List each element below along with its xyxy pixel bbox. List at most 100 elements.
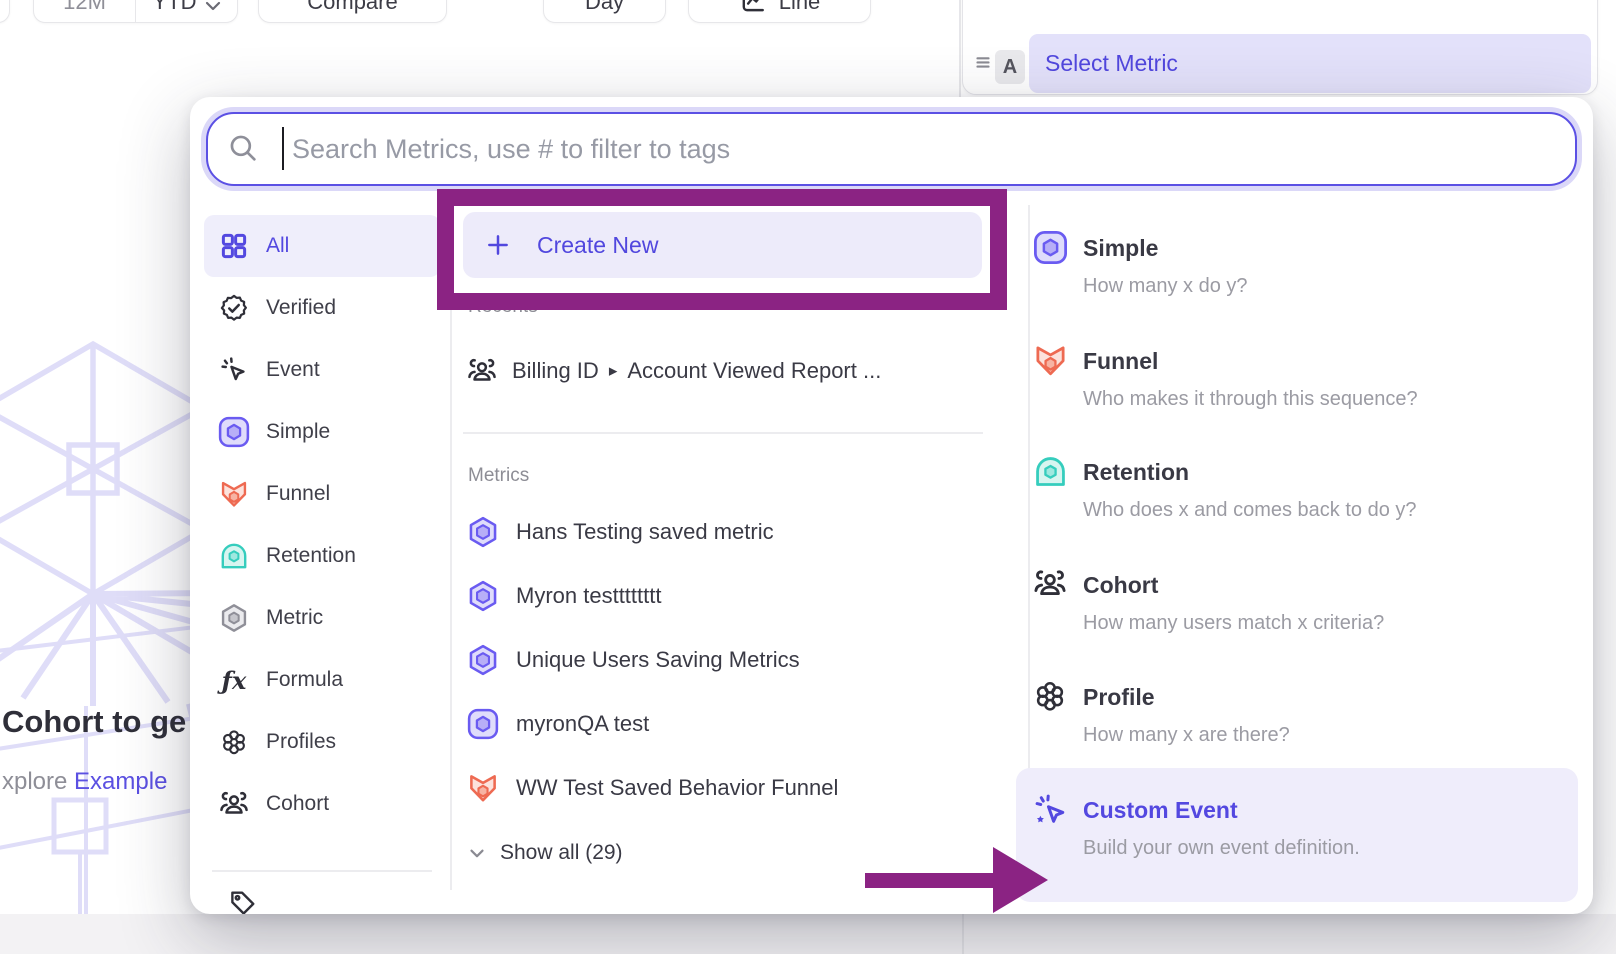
saved-metric-row[interactable]: WW Test Saved Behavior Funnel [466, 766, 838, 810]
drag-handle-icon[interactable] [972, 51, 994, 78]
saved-metric-row[interactable]: myronQA test [466, 702, 649, 746]
metric-type-title: Funnel [1083, 344, 1578, 378]
recents-header: Recents [468, 296, 538, 318]
time-range-12m-label: 12M [63, 0, 106, 15]
sidebar-item-simple[interactable]: Simple [204, 401, 440, 463]
simple-metric-icon [466, 707, 500, 741]
saved-metric-label: Unique Users Saving Metrics [516, 647, 800, 673]
metric-type-row-retention[interactable]: Retention Who does x and comes back to d… [1016, 455, 1578, 525]
metric-type-row-funnel[interactable]: Funnel Who makes it through this sequenc… [1016, 344, 1578, 414]
recent-item-name: Billing ID [512, 358, 599, 384]
time-range-ytd-button[interactable]: YTD [135, 0, 237, 22]
metric-type-row-custom-event[interactable]: Custom Event Build your own event defini… [1016, 768, 1578, 902]
sidebar-item-cohort[interactable]: Cohort [204, 773, 440, 835]
explore-prefix: xplore [2, 768, 67, 795]
toolbar-button-fragment[interactable] [0, 0, 10, 23]
metric-type-title: Simple [1083, 231, 1578, 265]
search-input[interactable] [290, 120, 1534, 178]
compare-label: Compare [307, 0, 397, 15]
simple-metric-icon [1032, 229, 1069, 271]
metric-picker-screen: Cohort to ge xplore Example 12M YTD Comp… [0, 0, 1616, 954]
chevron-down-icon [205, 0, 221, 15]
metric-picker-modal: All Verified Event Simple Funnel Retenti [190, 97, 1593, 914]
metric-hexagon-icon [466, 515, 500, 549]
onboarding-headline: Cohort to ge [2, 704, 186, 740]
granularity-day-button[interactable]: Day [543, 0, 666, 23]
metric-type-title: Profile [1083, 680, 1578, 714]
sidebar-item-label: Funnel [266, 482, 330, 506]
recent-item-detail: Account Viewed Report ... [627, 358, 881, 384]
explore-line: xplore Example [2, 768, 167, 796]
metric-type-description: How many x do y? [1083, 271, 1578, 301]
funnel-icon [1032, 342, 1069, 384]
metric-type-title: Custom Event [1083, 793, 1578, 827]
select-metric-field[interactable]: Select Metric [1029, 34, 1591, 93]
sidebar-item-partial-tags[interactable] [228, 887, 258, 914]
metric-type-description: Build your own event definition. [1083, 833, 1578, 863]
sidebar-item-profiles[interactable]: Profiles [204, 711, 440, 773]
funnel-icon [216, 478, 252, 510]
show-all-label: Show all (29) [500, 841, 623, 865]
explore-example-link[interactable]: Example [74, 768, 167, 795]
metric-type-row-cohort[interactable]: Cohort How many users match x criteria? [1016, 568, 1578, 638]
sidebar-item-verified[interactable]: Verified [204, 277, 440, 339]
column-divider-left [450, 205, 452, 890]
granularity-label: Day [585, 0, 624, 15]
saved-metric-label: Myron testttttttt [516, 583, 661, 609]
section-divider [463, 432, 983, 434]
cohort-icon [1032, 566, 1068, 607]
metric-search-box[interactable] [206, 112, 1577, 186]
metric-hexagon-icon [466, 579, 500, 613]
text-cursor [282, 127, 284, 170]
sidebar-item-label: Verified [266, 296, 336, 320]
compare-button[interactable]: Compare [258, 0, 447, 23]
metric-type-description: How many x are there? [1083, 720, 1578, 750]
metric-type-row-profile[interactable]: Profile How many x are there? [1016, 680, 1578, 750]
bottom-background-band [0, 914, 1616, 954]
sidebar-item-metric[interactable]: Metric [204, 587, 440, 649]
breadcrumb-arrow: ▸ [609, 361, 618, 381]
metrics-header: Metrics [468, 465, 529, 487]
sidebar-item-retention[interactable]: Retention [204, 525, 440, 587]
saved-metric-label: Hans Testing saved metric [516, 519, 774, 545]
saved-metric-row[interactable]: Unique Users Saving Metrics [466, 638, 800, 682]
saved-metric-row[interactable]: Hans Testing saved metric [466, 510, 774, 554]
metric-hexagon-icon [216, 602, 252, 634]
sidebar-item-label: Metric [266, 606, 323, 630]
panel-divider-bottom [962, 914, 964, 954]
saved-metric-label: WW Test Saved Behavior Funnel [516, 775, 838, 801]
metric-type-description: Who makes it through this sequence? [1083, 384, 1578, 414]
grid-icon [216, 231, 252, 261]
sidebar-item-event[interactable]: Event [204, 339, 440, 401]
metric-type-description: Who does x and comes back to do y? [1083, 495, 1578, 525]
sidebar-item-formula[interactable]: ƒxFormula [204, 649, 440, 711]
metric-type-row-simple[interactable]: Simple How many x do y? [1016, 231, 1578, 301]
create-new-label: Create New [537, 232, 658, 259]
custom-event-icon [1032, 791, 1068, 832]
saved-metric-label: myronQA test [516, 711, 649, 737]
select-metric-placeholder: Select Metric [1045, 50, 1178, 77]
sidebar-item-label: Simple [266, 420, 330, 444]
chart-type-line-button[interactable]: Line [688, 0, 871, 23]
search-icon [226, 131, 260, 170]
cohort-icon [216, 788, 252, 820]
sidebar-item-label: All [266, 234, 289, 258]
time-range-button-group: 12M YTD [33, 0, 238, 23]
sidebar-item-all[interactable]: All [204, 215, 440, 277]
recent-item[interactable]: Billing ID ▸ Account Viewed Report ... [466, 349, 881, 393]
retention-icon [1032, 453, 1069, 495]
time-range-12m-button[interactable]: 12M [34, 0, 135, 22]
sidebar-divider [212, 870, 432, 872]
sidebar-item-label: Cohort [266, 792, 329, 816]
show-all-toggle[interactable]: Show all (29) [466, 833, 623, 873]
sidebar-item-label: Retention [266, 544, 356, 568]
saved-metric-row[interactable]: Myron testttttttt [466, 574, 661, 618]
create-new-button[interactable]: Create New [463, 212, 982, 278]
sidebar-item-label: Formula [266, 668, 343, 692]
sidebar-item-funnel[interactable]: Funnel [204, 463, 440, 525]
cohort-icon [466, 355, 498, 387]
profiles-icon [1032, 678, 1068, 719]
metric-type-title: Cohort [1083, 568, 1578, 602]
profiles-icon [216, 727, 252, 757]
chevron-down-icon [466, 842, 488, 864]
